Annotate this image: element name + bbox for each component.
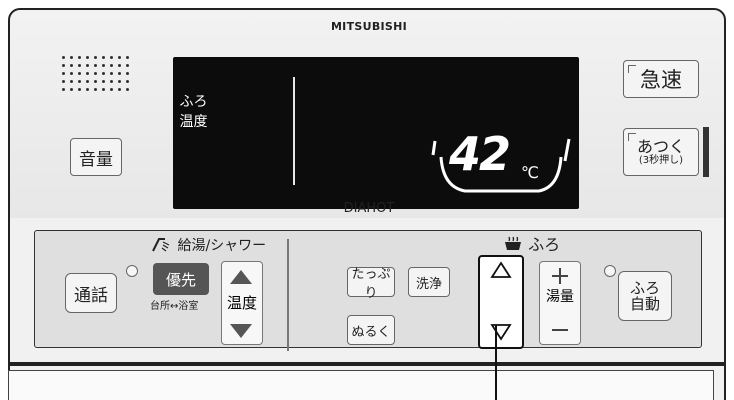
speaker-hole [86, 72, 89, 75]
bath-temp-control: 温度 [478, 255, 524, 349]
shower-temp-label: 温度 [226, 294, 257, 312]
speaker-hole [118, 64, 121, 67]
speaker-hole [126, 80, 129, 83]
wash-button[interactable]: 洗浄 [408, 267, 450, 297]
amount-minus-icon[interactable] [550, 320, 570, 340]
brand-logo: MITSUBISHI [330, 20, 408, 33]
top-panel: MITSUBISHI ふろ温度 42 ℃ DIAHOT 音量 急速 あつく (3… [8, 8, 726, 220]
speaker-hole [70, 72, 73, 75]
bath-temp-down-icon[interactable] [490, 323, 512, 341]
hotter-button[interactable]: あつく (3秒押し) [623, 128, 699, 176]
speaker-hole [126, 64, 129, 67]
auto-lamp [604, 265, 616, 277]
control-panel: 通話 給湯/シャワー 優先 台所↔浴室 温度 たっぷり 洗浄 ぬるく ふろ 温度… [34, 230, 702, 351]
amount-plus-icon[interactable] [550, 266, 570, 286]
speaker-hole [118, 80, 121, 83]
speaker-hole [102, 72, 105, 75]
speaker-hole [62, 88, 65, 91]
panel-divider [287, 239, 289, 351]
lcd-display: ふろ温度 42 ℃ [173, 57, 579, 209]
bath-temp-label: 温度 [486, 294, 515, 310]
shower-temp-down-icon[interactable] [230, 324, 252, 338]
call-button[interactable]: 通話 [65, 273, 117, 313]
call-lamp [126, 265, 138, 277]
speaker-hole [94, 64, 97, 67]
speaker-hole [110, 80, 113, 83]
speaker-hole [78, 56, 81, 59]
speaker-hole [102, 64, 105, 67]
speaker-hole [70, 56, 73, 59]
priority-sublabel: 台所↔浴室 [150, 301, 199, 312]
bath-temp-value: 42 [449, 127, 511, 181]
speaker-hole [78, 72, 81, 75]
shower-title-text: 給湯/シャワー [177, 238, 267, 254]
speaker-grille-icon [62, 56, 134, 106]
speaker-hole [94, 88, 97, 91]
bath-auto-button[interactable]: ふろ 自動 [618, 271, 672, 321]
shower-icon [152, 238, 170, 252]
speaker-hole [94, 72, 97, 75]
auto-label-line2: 自動 [629, 295, 660, 313]
amount-label: 湯量 [546, 289, 574, 305]
priority-button[interactable]: 優先 [153, 263, 209, 295]
speaker-hole [86, 56, 89, 59]
speaker-hole [62, 72, 65, 75]
speaker-hole [62, 64, 65, 67]
hotter-sublabel: (3秒押し) [638, 155, 684, 167]
bath-temp-up-icon[interactable] [490, 261, 512, 279]
speaker-hole [62, 80, 65, 83]
speaker-hole [102, 80, 105, 83]
hotter-indicator [703, 127, 709, 177]
volume-button[interactable]: 音量 [70, 138, 122, 176]
hotter-label: あつく [636, 136, 685, 156]
speaker-hole [86, 64, 89, 67]
cooler-button[interactable]: ぬるく [347, 315, 395, 345]
speaker-hole [78, 88, 81, 91]
speaker-hole [78, 80, 81, 83]
speaker-hole [86, 88, 89, 91]
speaker-hole [102, 56, 105, 59]
speaker-hole [94, 56, 97, 59]
speaker-hole [118, 72, 121, 75]
bath-section-title: ふろ [503, 231, 560, 255]
speaker-hole [118, 88, 121, 91]
speaker-hole [110, 88, 113, 91]
bottom-panel: 通話 給湯/シャワー 優先 台所↔浴室 温度 たっぷり 洗浄 ぬるく ふろ 温度… [8, 218, 726, 364]
shower-section-title: 給湯/シャワー [151, 235, 266, 255]
speaker-hole [110, 56, 113, 59]
speaker-hole [102, 88, 105, 91]
speaker-hole [86, 80, 89, 83]
bath-temp-display-label: ふろ温度 [179, 94, 208, 130]
shower-temp-up-icon[interactable] [230, 270, 252, 284]
rapid-button[interactable]: 急速 [623, 60, 699, 98]
rapid-label: 急速 [640, 68, 682, 92]
lower-cover-inner [8, 370, 714, 400]
water-amount-control: 湯量 [539, 261, 581, 345]
full-refill-button[interactable]: たっぷり [347, 267, 395, 301]
auto-label-line1: ふろ [629, 278, 660, 297]
speaker-hole [110, 72, 113, 75]
shower-temp-control: 温度 [221, 261, 263, 345]
speaker-hole [70, 64, 73, 67]
speaker-hole [118, 56, 121, 59]
speaker-hole [70, 80, 73, 83]
pointer-line [495, 325, 497, 400]
speaker-hole [70, 88, 73, 91]
speaker-hole [126, 56, 129, 59]
model-name: DIAHOT [343, 201, 395, 216]
speaker-hole [110, 64, 113, 67]
speaker-hole [126, 72, 129, 75]
display-divider [293, 77, 295, 185]
speaker-hole [126, 88, 129, 91]
speaker-hole [62, 56, 65, 59]
bath-title-text: ふろ [528, 235, 561, 254]
temp-unit: ℃ [521, 163, 539, 182]
speaker-hole [94, 80, 97, 83]
bath-icon [505, 236, 521, 250]
speaker-hole [78, 64, 81, 67]
